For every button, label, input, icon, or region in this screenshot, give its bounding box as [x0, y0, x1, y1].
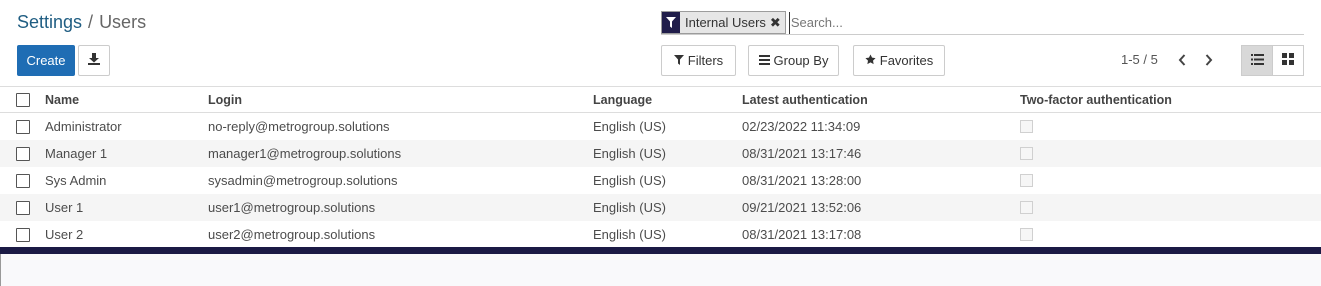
table-row[interactable]: Sys Admin sysadmin@metrogroup.solutions … [0, 167, 1321, 194]
table-row[interactable]: User 1 user1@metrogroup.solutions Englis… [0, 194, 1321, 221]
table-row[interactable]: Administrator no-reply@metrogroup.soluti… [0, 113, 1321, 140]
user-latest-auth: 08/31/2021 13:17:46 [742, 146, 862, 161]
two-factor-cell [1020, 167, 1033, 194]
facet-label: Internal Users [685, 15, 766, 30]
users-list-view: Settings /Users Create Internal Users ✖ F… [0, 0, 1321, 286]
group-by-label: Group By [773, 53, 829, 68]
group-by-button[interactable]: Group By [748, 45, 839, 76]
column-header-language[interactable]: Language [593, 87, 652, 112]
star-icon [865, 53, 876, 68]
two-factor-checkbox [1020, 120, 1033, 133]
search-facet: Internal Users ✖ [661, 11, 786, 34]
row-select-cell [16, 140, 30, 167]
select-all-checkbox[interactable] [16, 92, 30, 107]
table-row[interactable]: User 2 user2@metrogroup.solutions Englis… [0, 221, 1321, 248]
user-login: sysadmin@metrogroup.solutions [208, 173, 398, 188]
filters-button[interactable]: Filters [661, 45, 736, 76]
grid-icon [1282, 53, 1294, 68]
pager-value[interactable]: 1-5 / 5 [1121, 52, 1158, 67]
user-language: English (US) [593, 146, 666, 161]
breadcrumb-separator: / [88, 12, 94, 32]
filter-icon [673, 53, 684, 68]
create-button[interactable]: Create [17, 45, 75, 76]
row-checkbox[interactable] [16, 227, 30, 242]
user-name: Sys Admin [45, 173, 107, 188]
row-checkbox[interactable] [16, 173, 30, 188]
two-factor-cell [1020, 140, 1033, 167]
user-name: Manager 1 [45, 146, 108, 161]
search-input[interactable] [788, 11, 1304, 34]
user-language: English (US) [593, 200, 666, 215]
row-checkbox[interactable] [16, 119, 30, 134]
select-all-cell [16, 87, 30, 112]
user-login: no-reply@metrogroup.solutions [208, 119, 390, 134]
kanban-view-button[interactable] [1272, 45, 1304, 76]
chevron-right-icon[interactable] [1201, 50, 1217, 70]
column-header-two-factor[interactable]: Two-factor authentication [1020, 87, 1172, 112]
row-select-cell [16, 194, 30, 221]
user-login: user1@metrogroup.solutions [208, 200, 376, 215]
user-name: User 1 [45, 200, 84, 215]
user-latest-auth: 02/23/2022 11:34:09 [742, 119, 861, 134]
bars-icon [758, 53, 770, 68]
row-checkbox[interactable] [16, 200, 30, 215]
users-table: Name Login Language Latest authenticatio… [0, 86, 1321, 248]
filters-label: Filters [687, 53, 724, 68]
column-header-latest-authentication[interactable]: Latest authentication [742, 87, 868, 112]
favorites-label: Favorites [879, 53, 934, 68]
favorites-button[interactable]: Favorites [853, 45, 945, 76]
footer-divider [0, 247, 1321, 254]
list-view-button[interactable] [1241, 45, 1273, 76]
row-select-cell [16, 113, 30, 140]
search-bar: Internal Users ✖ [661, 11, 1304, 35]
user-language: English (US) [593, 227, 666, 242]
table-row[interactable]: Manager 1 manager1@metrogroup.solutions … [0, 140, 1321, 167]
breadcrumb-settings-link[interactable]: Settings [17, 12, 82, 32]
two-factor-checkbox [1020, 201, 1033, 214]
two-factor-cell [1020, 221, 1033, 248]
user-login: manager1@metrogroup.solutions [208, 146, 402, 161]
row-checkbox[interactable] [16, 146, 30, 161]
breadcrumb-current: Users [99, 12, 147, 32]
two-factor-checkbox [1020, 228, 1033, 241]
column-header-login[interactable]: Login [208, 87, 242, 112]
column-header-name[interactable]: Name [45, 87, 79, 112]
table-header: Name Login Language Latest authenticatio… [0, 87, 1321, 113]
lower-area [0, 254, 1321, 286]
list-icon [1250, 53, 1264, 68]
facet-remove-icon[interactable]: ✖ [770, 12, 785, 33]
breadcrumb: Settings / Users [17, 12, 146, 33]
chevron-left-icon[interactable] [1174, 50, 1190, 70]
user-name: User 2 [45, 227, 84, 242]
two-factor-checkbox [1020, 147, 1033, 160]
export-button[interactable] [78, 45, 110, 76]
user-login: user2@metrogroup.solutions [208, 227, 376, 242]
filter-icon [662, 12, 680, 33]
user-name: Administrator [45, 119, 122, 134]
user-language: English (US) [593, 173, 666, 188]
two-factor-checkbox [1020, 174, 1033, 187]
user-latest-auth: 09/21/2021 13:52:06 [742, 200, 862, 215]
two-factor-cell [1020, 113, 1033, 140]
download-icon [88, 53, 100, 68]
row-select-cell [16, 221, 30, 248]
user-latest-auth: 08/31/2021 13:17:08 [742, 227, 862, 242]
two-factor-cell [1020, 194, 1033, 221]
user-language: English (US) [593, 119, 666, 134]
row-select-cell [16, 167, 30, 194]
user-latest-auth: 08/31/2021 13:28:00 [742, 173, 862, 188]
